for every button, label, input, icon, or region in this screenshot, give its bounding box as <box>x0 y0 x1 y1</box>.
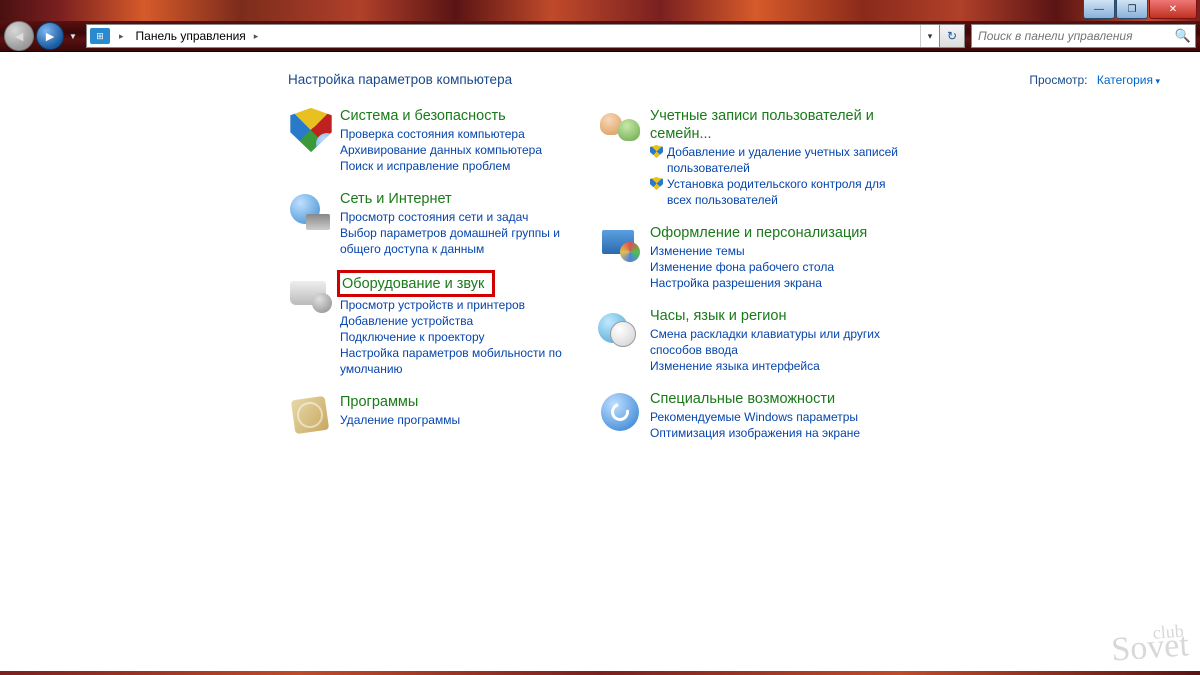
category-block: Оформление и персонализацияИзменение тем… <box>598 224 898 291</box>
category-block: ПрограммыУдаление программы <box>288 393 588 439</box>
breadcrumb-root[interactable]: Панель управления <box>130 29 248 43</box>
category-link[interactable]: Добавление устройства <box>340 313 588 329</box>
content-area: Настройка параметров компьютера Просмотр… <box>0 52 1200 671</box>
window-titlebar: — ❐ ✕ <box>0 0 1200 21</box>
category-link[interactable]: Поиск и исправление проблем <box>340 158 542 174</box>
page-title: Настройка параметров компьютера <box>288 72 512 87</box>
category-block: Система и безопасностьПроверка состояния… <box>288 107 588 174</box>
watermark: club Sovet <box>1110 624 1190 662</box>
category-block: Учетные записи пользователей и семейн...… <box>598 107 898 208</box>
nav-back-button[interactable]: ◄ <box>4 21 34 51</box>
nav-history-dropdown[interactable]: ▼ <box>66 32 80 41</box>
search-input[interactable] <box>976 28 1175 44</box>
category-link[interactable]: Просмотр устройств и принтеров <box>340 297 588 313</box>
category-block: Специальные возможностиРекомендуемые Win… <box>598 390 898 441</box>
category-link[interactable]: Подключение к проектору <box>340 329 588 345</box>
breadcrumb-arrow-icon[interactable]: ▸ <box>248 31 265 42</box>
window-maximize-button[interactable]: ❐ <box>1116 0 1148 19</box>
nav-forward-button[interactable]: ► <box>36 22 64 50</box>
category-link[interactable]: Архивирование данных компьютера <box>340 142 542 158</box>
category-link[interactable]: Оптимизация изображения на экране <box>650 425 860 441</box>
category-link[interactable]: Выбор параметров домашней группы и общег… <box>340 225 588 257</box>
view-mode-dropdown[interactable]: Категория <box>1097 73 1160 87</box>
breadcrumb-arrow-icon[interactable]: ▸ <box>113 31 130 42</box>
category-title[interactable]: Специальные возможности <box>650 390 860 408</box>
category-link[interactable]: Рекомендуемые Windows параметры <box>650 409 860 425</box>
category-link[interactable]: Настройка разрешения экрана <box>650 275 867 291</box>
category-title[interactable]: Система и безопасность <box>340 107 542 125</box>
category-title[interactable]: Оборудование и звук <box>340 273 492 294</box>
category-icon <box>288 273 334 319</box>
view-label: Просмотр: <box>1029 73 1087 87</box>
category-block: Сеть и ИнтернетПросмотр состояния сети и… <box>288 190 588 257</box>
category-title[interactable]: Программы <box>340 393 460 411</box>
category-link[interactable]: Настройка параметров мобильности по умол… <box>340 345 588 377</box>
control-panel-icon: ⊞ <box>90 28 110 44</box>
window-bottom-border <box>0 671 1200 675</box>
navigation-bar: ◄ ► ▼ ⊞ ▸ Панель управления ▸ ▾ ↻ 🔍 <box>0 21 1200 52</box>
category-icon <box>288 393 334 439</box>
category-title[interactable]: Часы, язык и регион <box>650 307 898 325</box>
search-box[interactable]: 🔍 <box>971 24 1196 48</box>
window-close-button[interactable]: ✕ <box>1149 0 1197 19</box>
category-link[interactable]: Удаление программы <box>340 412 460 428</box>
category-title[interactable]: Сеть и Интернет <box>340 190 588 208</box>
category-link[interactable]: Проверка состояния компьютера <box>340 126 542 142</box>
category-link[interactable]: Добавление и удаление учетных записей по… <box>650 144 898 176</box>
category-link[interactable]: Изменение языка интерфейса <box>650 358 898 374</box>
category-link[interactable]: Смена раскладки клавиатуры или других сп… <box>650 326 898 358</box>
category-title[interactable]: Оформление и персонализация <box>650 224 867 242</box>
category-title[interactable]: Учетные записи пользователей и семейн... <box>650 107 898 143</box>
category-icon <box>598 307 644 353</box>
window-minimize-button[interactable]: — <box>1083 0 1115 19</box>
refresh-button[interactable]: ↻ <box>940 24 965 48</box>
address-bar[interactable]: ⊞ ▸ Панель управления ▸ ▾ <box>86 24 940 48</box>
search-icon[interactable]: 🔍 <box>1175 28 1191 44</box>
category-icon <box>598 107 644 153</box>
category-block: Часы, язык и регионСмена раскладки клави… <box>598 307 898 374</box>
category-link[interactable]: Просмотр состояния сети и задач <box>340 209 588 225</box>
category-icon <box>598 224 644 270</box>
category-icon <box>288 107 334 153</box>
category-link[interactable]: Изменение темы <box>650 243 867 259</box>
address-dropdown-button[interactable]: ▾ <box>920 25 939 47</box>
category-link[interactable]: Установка родительского контроля для все… <box>650 176 898 208</box>
category-icon <box>598 390 644 436</box>
category-link[interactable]: Изменение фона рабочего стола <box>650 259 867 275</box>
category-block: Оборудование и звук Просмотр устройств и … <box>288 273 588 377</box>
category-icon <box>288 190 334 236</box>
